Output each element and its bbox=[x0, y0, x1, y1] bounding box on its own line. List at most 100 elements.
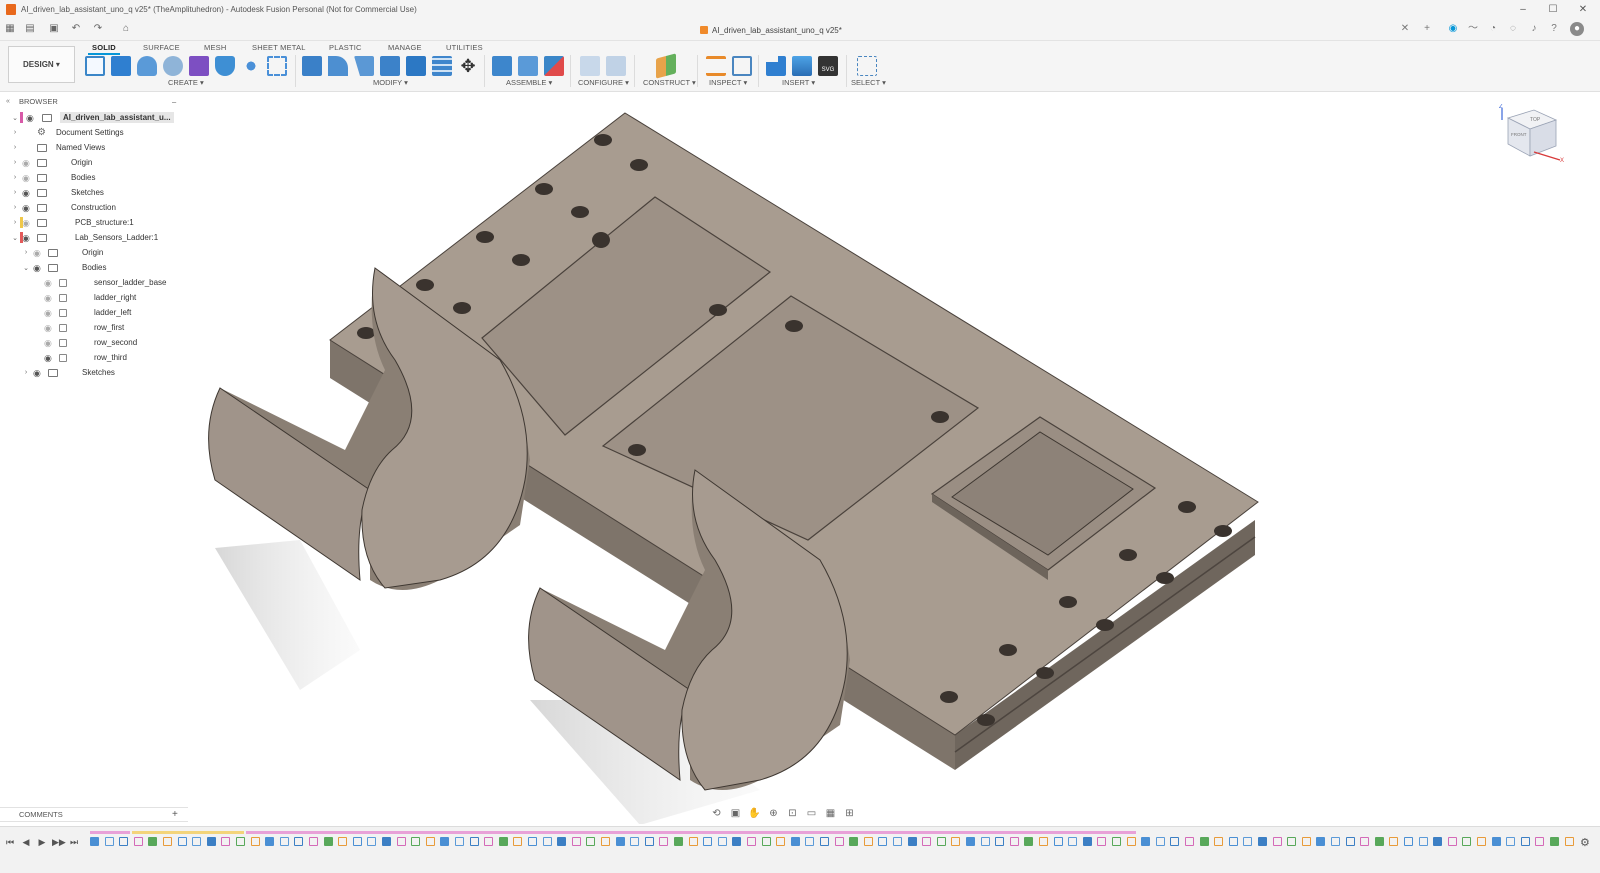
visibility-eye-icon[interactable]: ◉ bbox=[22, 218, 32, 227]
visibility-eye-icon[interactable]: ◉ bbox=[44, 293, 54, 302]
collapse-arrow-icon[interactable]: ⌄ bbox=[11, 234, 19, 242]
shell-modify-icon[interactable] bbox=[380, 56, 400, 76]
timeline-feature-icon[interactable] bbox=[1155, 837, 1165, 846]
timeline-feature-icon[interactable] bbox=[133, 837, 143, 846]
timeline-feature-icon[interactable] bbox=[279, 837, 289, 846]
section-analysis-icon[interactable] bbox=[732, 56, 752, 76]
expand-arrow-icon[interactable]: › bbox=[11, 144, 19, 151]
revolve-icon[interactable] bbox=[137, 56, 157, 76]
timeline-feature-icon[interactable] bbox=[1097, 837, 1107, 846]
browser-item[interactable]: ⌄ ◉ Lab_Sensors_Ladder:1 bbox=[0, 230, 188, 245]
visibility-eye-icon[interactable]: ◉ bbox=[33, 368, 43, 377]
online-status-icon[interactable]: ◔ bbox=[1486, 22, 1500, 36]
timeline-feature-icon[interactable] bbox=[1506, 837, 1516, 846]
timeline-feature-icon[interactable] bbox=[528, 837, 537, 846]
timeline-feature-icon[interactable] bbox=[1520, 837, 1530, 846]
timeline-feature-icon[interactable] bbox=[863, 837, 873, 846]
timeline-feature-icon[interactable] bbox=[1024, 837, 1034, 846]
timeline-feature-icon[interactable] bbox=[995, 837, 1005, 846]
timeline-feature-icon[interactable] bbox=[1287, 837, 1297, 846]
insert-derive-icon[interactable] bbox=[766, 56, 786, 76]
redo-icon[interactable]: ↷ bbox=[92, 23, 104, 35]
collapse-arrow-icon[interactable]: ⌄ bbox=[22, 264, 30, 272]
timeline-feature-icon[interactable] bbox=[1053, 837, 1063, 846]
browser-item[interactable]: ◉ row_second bbox=[0, 335, 188, 350]
timeline-feature-icon[interactable] bbox=[805, 837, 815, 846]
as-built-joint-icon[interactable] bbox=[544, 56, 564, 76]
pattern-icon[interactable] bbox=[241, 56, 261, 76]
browser-item[interactable]: › ◉ Sketches bbox=[0, 185, 188, 200]
tab-surface[interactable]: SURFACE bbox=[143, 43, 180, 52]
timeline-feature-icon[interactable] bbox=[1009, 837, 1019, 846]
timeline-feature-icon[interactable] bbox=[834, 837, 844, 846]
timeline-feature-icon[interactable] bbox=[936, 837, 946, 846]
timeline-feature-icon[interactable] bbox=[571, 837, 581, 846]
browser-item[interactable]: › Named Views bbox=[0, 140, 188, 155]
timeline-feature-icon[interactable] bbox=[148, 837, 158, 846]
zoom-icon[interactable]: ⊕ bbox=[767, 808, 780, 819]
timeline-feature-icon[interactable] bbox=[177, 837, 187, 846]
timeline-feature-icon[interactable] bbox=[1418, 837, 1428, 846]
shell-icon[interactable] bbox=[215, 56, 235, 76]
display-settings-icon[interactable]: ▭ bbox=[805, 808, 818, 819]
select-menu[interactable]: SELECT ▾ bbox=[851, 78, 886, 87]
timeline-feature-icon[interactable] bbox=[90, 837, 99, 846]
timeline-feature-icon[interactable] bbox=[455, 837, 464, 846]
timeline-feature-icon[interactable] bbox=[820, 837, 829, 846]
expand-arrow-icon[interactable]: › bbox=[11, 174, 19, 181]
browser-minimize-button[interactable]: – bbox=[172, 97, 176, 106]
browser-item[interactable]: ◉ sensor_ladder_base bbox=[0, 275, 188, 290]
visibility-eye-icon[interactable]: ◉ bbox=[44, 323, 54, 332]
3d-model-view[interactable] bbox=[188, 92, 1600, 824]
extensions-icon[interactable]: ◉ bbox=[1446, 22, 1460, 36]
expand-arrow-icon[interactable]: › bbox=[11, 129, 19, 136]
move-copy-icon[interactable]: ✥ bbox=[458, 56, 478, 76]
timeline-first-button[interactable]: ⏮ bbox=[4, 836, 16, 848]
tab-utilities[interactable]: UTILITIES bbox=[446, 43, 483, 52]
timeline-feature-icon[interactable] bbox=[513, 837, 523, 846]
extrude-icon[interactable] bbox=[111, 56, 131, 76]
timeline-feature-icon[interactable] bbox=[1550, 837, 1559, 846]
timeline-feature-icon[interactable] bbox=[1243, 837, 1253, 846]
timeline-feature-icon[interactable] bbox=[352, 837, 362, 846]
document-tab[interactable]: AI_driven_lab_assistant_uno_q v25* bbox=[700, 23, 842, 37]
configure-menu[interactable]: CONFIGURE ▾ bbox=[578, 78, 629, 87]
timeline-feature-icon[interactable] bbox=[1389, 837, 1399, 846]
measure-icon[interactable] bbox=[706, 56, 726, 76]
timeline-feature-icon[interactable] bbox=[236, 837, 245, 846]
timeline-feature-icon[interactable] bbox=[163, 837, 172, 846]
timeline-feature-icon[interactable] bbox=[1360, 837, 1370, 846]
timeline-feature-icon[interactable] bbox=[1214, 837, 1224, 846]
timeline-settings-icon[interactable]: ⚙ bbox=[1580, 836, 1590, 849]
expand-arrow-icon[interactable]: › bbox=[22, 249, 30, 256]
add-comment-button[interactable]: + bbox=[172, 809, 178, 820]
timeline-feature-icon[interactable] bbox=[761, 837, 771, 846]
browser-item[interactable]: › ◉ Sketches bbox=[0, 365, 188, 380]
timeline-feature-icon[interactable] bbox=[265, 837, 275, 846]
timeline-feature-icon[interactable] bbox=[425, 837, 435, 846]
expand-arrow-icon[interactable]: › bbox=[11, 204, 19, 211]
timeline-feature-icon[interactable] bbox=[1228, 837, 1238, 846]
account-icon[interactable]: ◌ bbox=[1506, 22, 1520, 36]
timeline-feature-icon[interactable] bbox=[1477, 837, 1486, 846]
timeline-feature-icon[interactable] bbox=[309, 837, 318, 846]
hole-icon[interactable] bbox=[163, 56, 183, 76]
close-tab-button[interactable]: ✕ bbox=[1398, 22, 1412, 36]
tab-plastic[interactable]: PLASTIC bbox=[329, 43, 362, 52]
visibility-eye-icon[interactable]: ◉ bbox=[33, 263, 43, 272]
timeline-feature-icon[interactable] bbox=[1462, 837, 1472, 846]
browser-item[interactable]: ◉ ladder_right bbox=[0, 290, 188, 305]
timeline-feature-icon[interactable] bbox=[104, 837, 114, 846]
timeline-feature-icon[interactable] bbox=[922, 837, 932, 846]
browser-item[interactable]: › ◉ Construction bbox=[0, 200, 188, 215]
fit-icon[interactable]: ⊡ bbox=[786, 808, 799, 819]
expand-arrow-icon[interactable]: › bbox=[11, 219, 19, 226]
browser-item[interactable]: ⌄ ◉ AI_driven_lab_assistant_u... bbox=[0, 110, 188, 125]
tab-solid[interactable]: SOLID bbox=[92, 43, 116, 52]
look-at-icon[interactable]: ▣ bbox=[729, 808, 742, 819]
chamfer-icon[interactable] bbox=[354, 56, 374, 76]
timeline-feature-icon[interactable] bbox=[586, 837, 596, 846]
timeline-feature-icon[interactable] bbox=[250, 837, 260, 846]
timeline-feature-icon[interactable] bbox=[1433, 837, 1443, 846]
timeline-feature-icon[interactable] bbox=[1112, 837, 1121, 846]
